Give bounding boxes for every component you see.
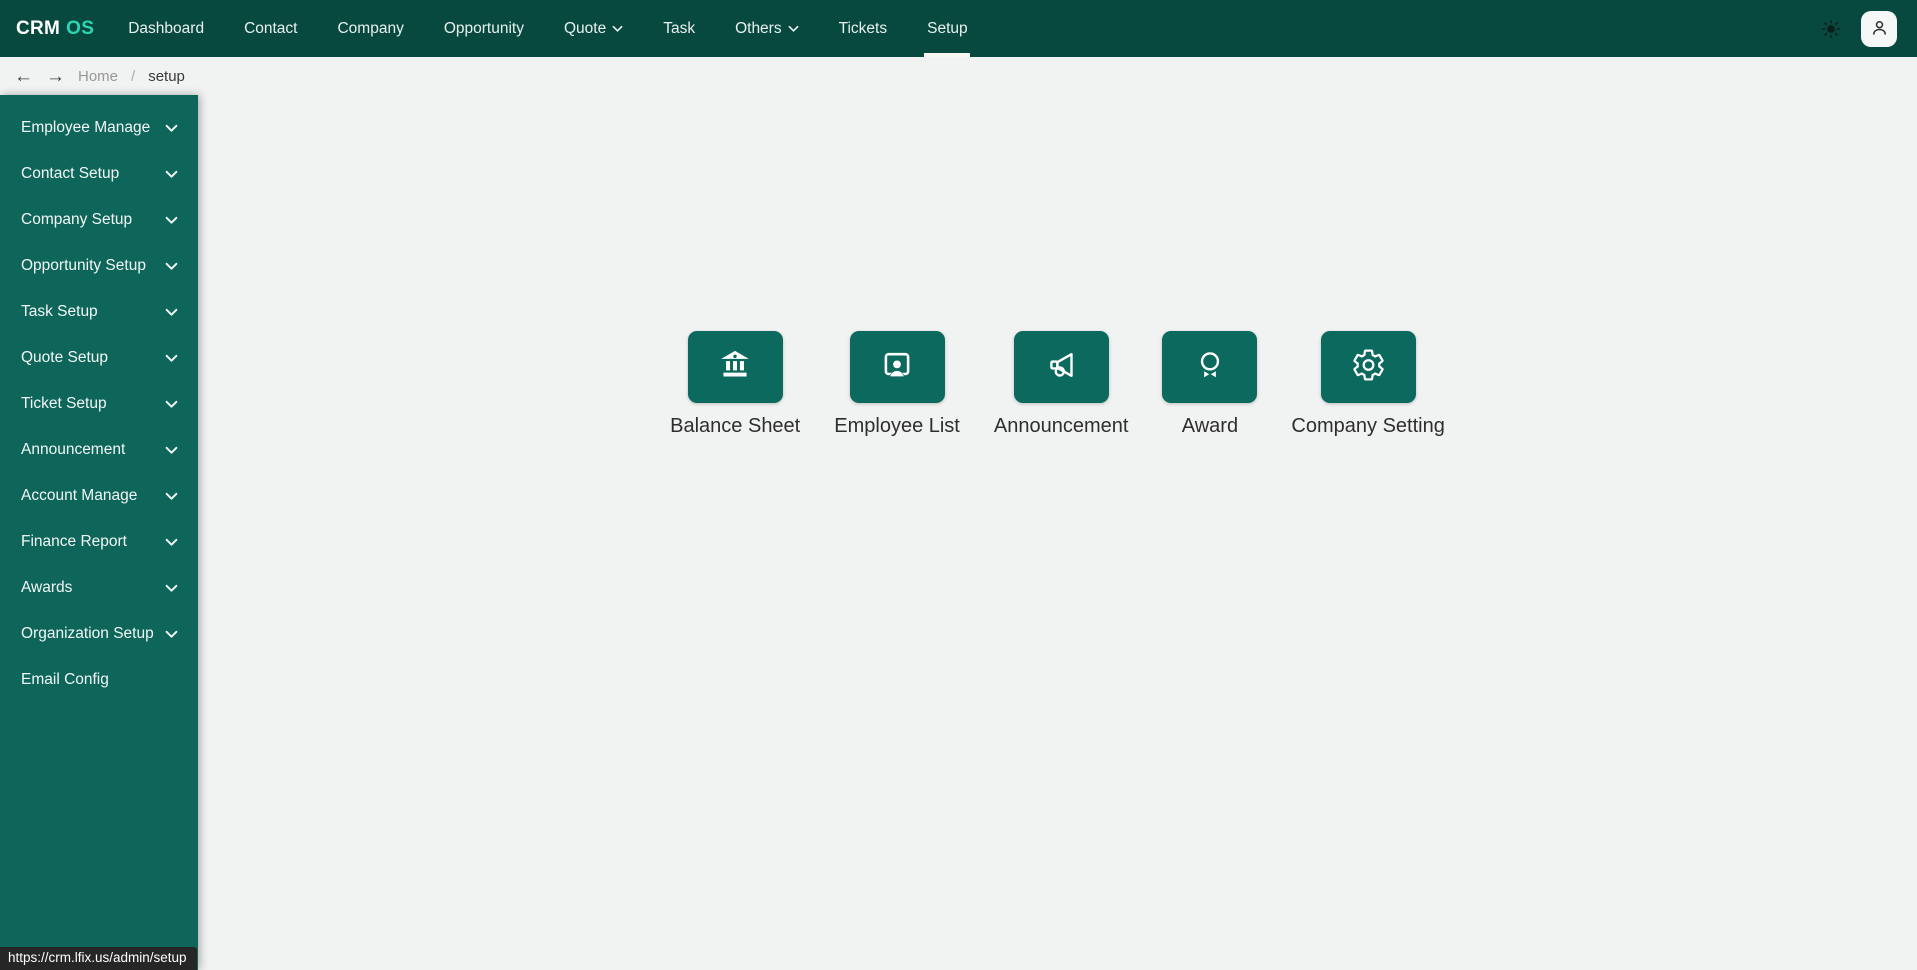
tile-award[interactable]: Award [1162, 331, 1257, 438]
sidebar-item-company-setup[interactable]: Company Setup [0, 197, 198, 243]
person-icon [1869, 17, 1890, 41]
award-icon [1192, 347, 1228, 388]
sidebar-item-quote-setup[interactable]: Quote Setup [0, 335, 198, 381]
chevron-down-icon [165, 124, 178, 133]
chevron-down-icon [165, 308, 178, 317]
sidebar-item-contact-setup[interactable]: Contact Setup [0, 151, 198, 197]
chevron-down-icon [612, 20, 623, 38]
tile-announcement[interactable]: Announcement [994, 331, 1129, 438]
logo-text-crm: CRM [16, 18, 60, 40]
top-navbar: CRM OS Dashboard Contact Company Opportu… [0, 0, 1917, 57]
tile-label: Employee List [834, 415, 960, 438]
chevron-down-icon [165, 538, 178, 547]
tile-label: Company Setting [1291, 415, 1444, 438]
nav-item-tickets[interactable]: Tickets [819, 0, 908, 57]
tile-label: Announcement [994, 415, 1129, 438]
bank-icon [716, 347, 754, 388]
navbar-right-actions [1819, 11, 1901, 47]
chevron-down-icon [165, 630, 178, 639]
breadcrumb-home-link[interactable]: Home [78, 68, 118, 85]
person-video-icon [878, 347, 916, 388]
sidebar-item-account-manage[interactable]: Account Manage [0, 473, 198, 519]
breadcrumb: ← → Home / setup [0, 57, 1917, 95]
chevron-down-icon [165, 216, 178, 225]
tile-company-setting[interactable]: Company Setting [1291, 331, 1444, 438]
breadcrumb-separator: / [131, 68, 135, 85]
chevron-down-icon [165, 262, 178, 271]
chevron-down-icon [165, 170, 178, 179]
chevron-down-icon [165, 400, 178, 409]
app-logo[interactable]: CRM OS [16, 18, 94, 40]
sun-icon[interactable] [1819, 17, 1843, 41]
nav-item-setup[interactable]: Setup [907, 0, 988, 57]
sidebar-item-opportunity-setup[interactable]: Opportunity Setup [0, 243, 198, 289]
sidebar: Employee Manage Contact Setup Company Se… [0, 95, 198, 970]
setup-tiles: Balance Sheet Employee List [670, 331, 1445, 438]
logo-text-os: OS [66, 18, 94, 40]
chevron-down-icon [165, 492, 178, 501]
breadcrumb-current-page: setup [148, 68, 185, 85]
chevron-down-icon [165, 584, 178, 593]
main-content: Balance Sheet Employee List [198, 95, 1917, 970]
tile-balance-sheet[interactable]: Balance Sheet [670, 331, 800, 438]
tile-label: Balance Sheet [670, 415, 800, 438]
sidebar-item-announcement[interactable]: Announcement [0, 427, 198, 473]
nav-item-others[interactable]: Others [715, 0, 819, 57]
forward-icon[interactable]: → [46, 67, 65, 86]
sidebar-item-finance-report[interactable]: Finance Report [0, 519, 198, 565]
tile-label: Award [1182, 415, 1238, 438]
sidebar-item-awards[interactable]: Awards [0, 565, 198, 611]
megaphone-icon [1042, 347, 1080, 388]
status-url-tooltip: https://crm.lfix.us/admin/setup [0, 947, 197, 970]
nav-item-company[interactable]: Company [317, 0, 423, 57]
sidebar-item-task-setup[interactable]: Task Setup [0, 289, 198, 335]
nav-item-dashboard[interactable]: Dashboard [108, 0, 224, 57]
nav-item-quote[interactable]: Quote [544, 0, 643, 57]
back-icon[interactable]: ← [14, 67, 33, 86]
nav-item-task[interactable]: Task [643, 0, 715, 57]
chevron-down-icon [788, 20, 799, 38]
nav-item-opportunity[interactable]: Opportunity [424, 0, 544, 57]
sidebar-item-ticket-setup[interactable]: Ticket Setup [0, 381, 198, 427]
sidebar-item-organization-setup[interactable]: Organization Setup [0, 611, 198, 657]
sidebar-item-email-config[interactable]: Email Config [0, 657, 198, 703]
sidebar-item-employee-manage[interactable]: Employee Manage [0, 105, 198, 151]
main-nav: Dashboard Contact Company Opportunity Qu… [108, 0, 987, 57]
gear-icon [1350, 347, 1387, 388]
nav-item-contact[interactable]: Contact [224, 0, 317, 57]
chevron-down-icon [165, 446, 178, 455]
chevron-down-icon [165, 354, 178, 363]
tile-employee-list[interactable]: Employee List [834, 331, 960, 438]
profile-button[interactable] [1861, 11, 1897, 47]
